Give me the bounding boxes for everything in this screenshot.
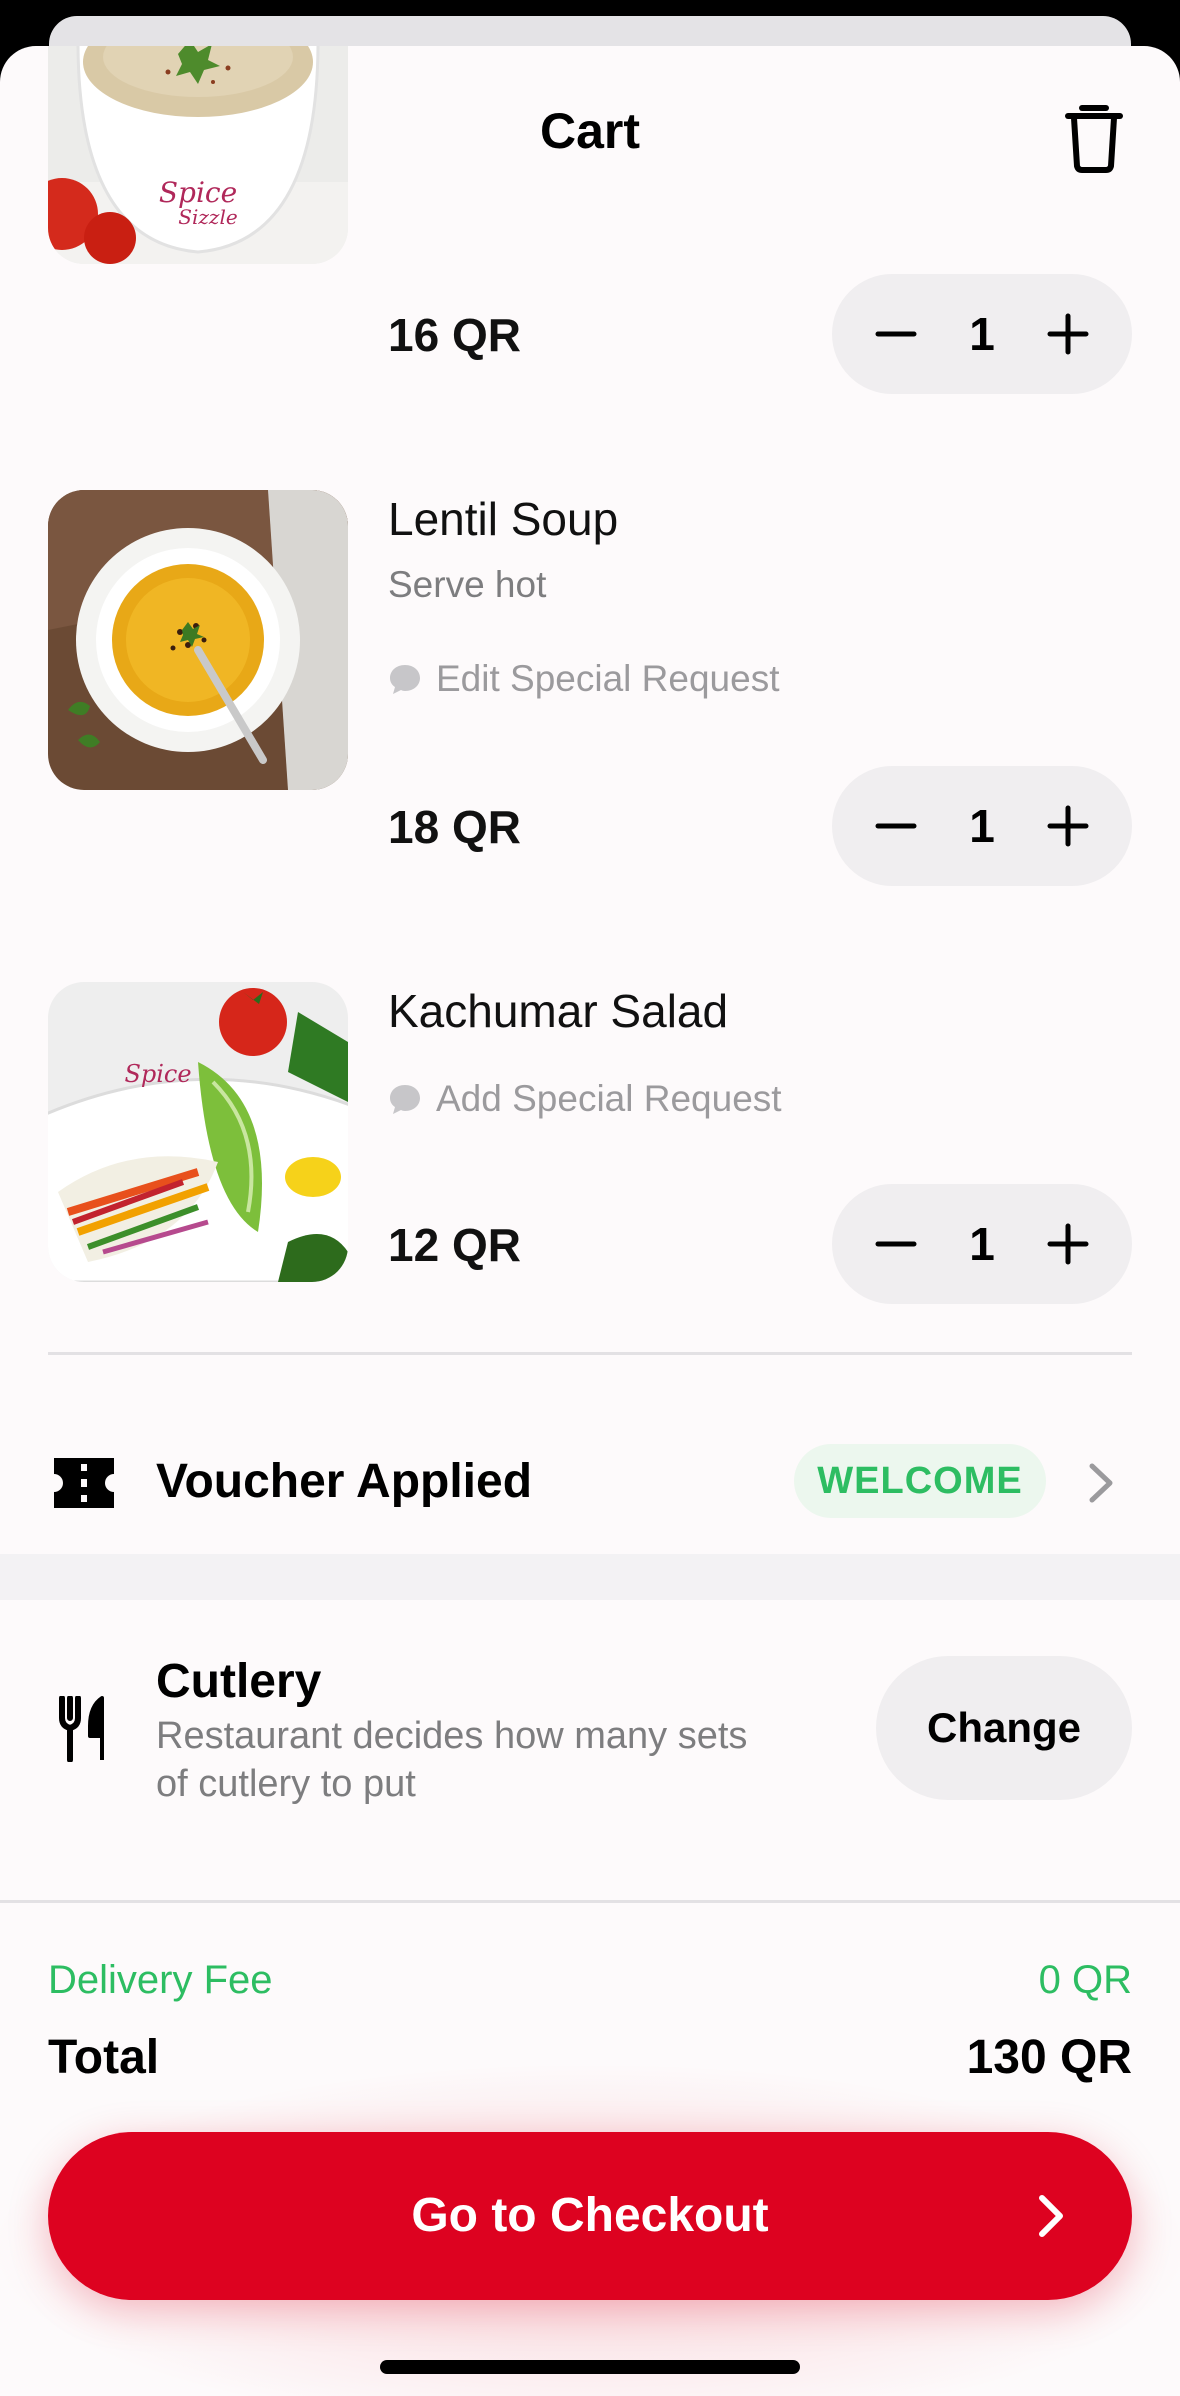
svg-text:Spice: Spice <box>124 1060 191 1088</box>
delivery-fee-label: Delivery Fee <box>48 1958 273 2002</box>
kachumar-salad-image: Spice <box>48 982 348 1282</box>
plus-icon[interactable] <box>1046 312 1090 356</box>
item-price: 12 QR <box>388 1219 521 1271</box>
cutlery-row: Cutlery Restaurant decides how many sets… <box>0 1600 1180 1900</box>
change-cutlery-button[interactable]: Change <box>876 1656 1132 1800</box>
trash-icon <box>1065 105 1123 173</box>
quantity-value: 1 <box>969 1218 995 1270</box>
delivery-fee-value: 0 QR <box>1038 1958 1132 2002</box>
voucher-code-badge: WELCOME <box>794 1444 1046 1518</box>
svg-text:Sizzle: Sizzle <box>178 205 237 229</box>
divider <box>0 1900 1180 1903</box>
quantity-stepper: 1 <box>832 274 1132 394</box>
quantity-stepper: 1 <box>832 1184 1132 1304</box>
item-image-kachumar-salad[interactable]: Spice <box>48 982 348 1282</box>
special-request-text: Add Special Request <box>436 1078 782 1119</box>
item-price: 18 QR <box>388 801 521 853</box>
minus-icon[interactable] <box>874 1222 918 1266</box>
minus-icon[interactable] <box>874 804 918 848</box>
item-name: Kachumar Salad <box>388 985 729 1037</box>
delivery-fee-row: Delivery Fee 0 QR <box>0 1946 1180 2002</box>
checkout-button[interactable]: Go to Checkout <box>48 2132 1132 2300</box>
checkout-label: Go to Checkout <box>411 2189 769 2242</box>
edit-special-request-link[interactable]: Edit Special Request <box>388 658 779 700</box>
divider <box>48 1352 1132 1355</box>
cutlery-title: Cutlery <box>156 1655 322 1708</box>
chat-bubble-icon <box>390 665 420 694</box>
clear-cart-button[interactable] <box>1062 100 1126 174</box>
special-request-text: Edit Special Request <box>436 658 780 699</box>
cart-sheet: Cart Spice Sizzle 16 QR 1 Lentil Soup Se… <box>0 46 1180 2396</box>
cutlery-description: Restaurant decides how many sets of cutl… <box>156 1715 748 1805</box>
item-image-lentil-soup[interactable] <box>48 490 348 790</box>
plus-icon[interactable] <box>1046 804 1090 848</box>
section-separator <box>0 1554 1180 1600</box>
quantity-value: 1 <box>969 800 995 852</box>
item-name: Lentil Soup <box>388 493 619 545</box>
voucher-label: Voucher Applied <box>156 1455 533 1508</box>
chevron-right-icon <box>1039 2195 1063 2237</box>
voucher-row[interactable]: Voucher Applied WELCOME <box>0 1406 1180 1556</box>
chevron-right-icon <box>1089 1463 1113 1503</box>
item-note: Serve hot <box>388 564 547 605</box>
cream-soup-image: Spice Sizzle <box>48 46 348 264</box>
home-indicator <box>380 2360 800 2374</box>
item-image-cream-soup[interactable]: Spice Sizzle <box>48 46 348 264</box>
chat-bubble-icon <box>390 1085 420 1114</box>
minus-icon[interactable] <box>874 312 918 356</box>
ticket-icon <box>54 1458 114 1508</box>
cutlery-icon <box>59 1696 104 1762</box>
item-price: 16 QR <box>388 309 521 361</box>
quantity-value: 1 <box>969 308 995 360</box>
quantity-stepper: 1 <box>832 766 1132 886</box>
plus-icon[interactable] <box>1046 1222 1090 1266</box>
add-special-request-link[interactable]: Add Special Request <box>388 1078 782 1120</box>
lentil-soup-image <box>48 490 348 790</box>
